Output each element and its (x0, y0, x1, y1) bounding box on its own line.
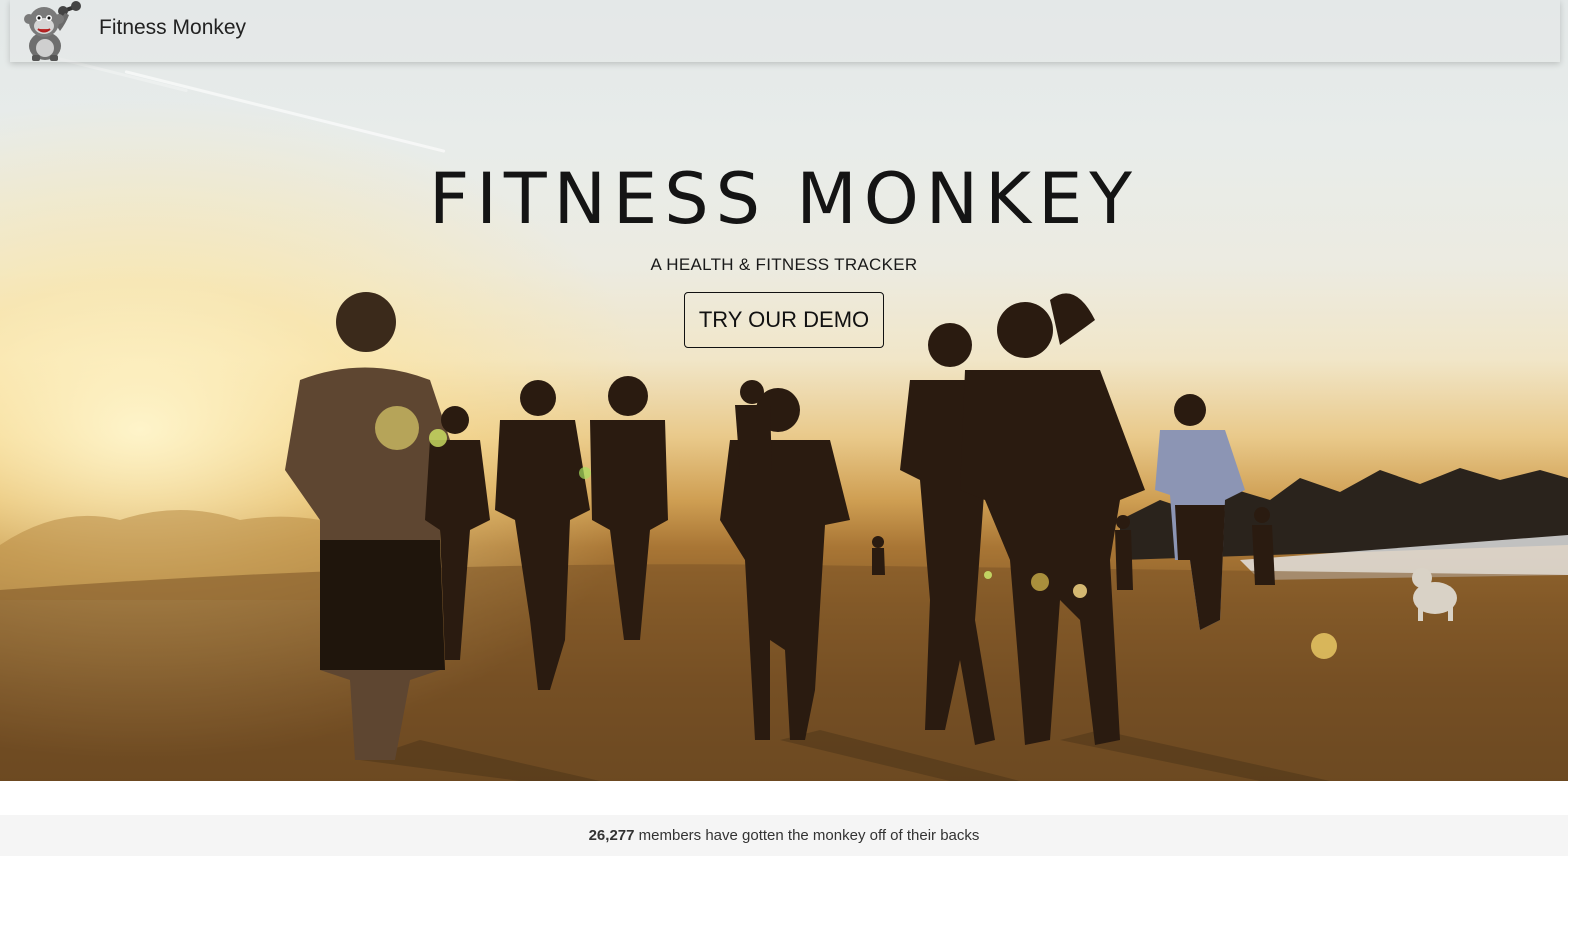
try-demo-button[interactable]: TRY OUR DEMO (684, 292, 884, 348)
monkey-logo-icon[interactable] (12, 1, 82, 61)
member-count: 26,277 (588, 827, 635, 844)
hero-title: FITNESS MONKEY (428, 158, 1140, 240)
hero-subtitle: A HEALTH & FITNESS TRACKER (650, 255, 918, 274)
navbar: Fitness Monkey (10, 0, 1560, 62)
hero-section: FITNESS MONKEY A HEALTH & FITNESS TRACKE… (0, 0, 1568, 781)
hero-background-image (0, 292, 1568, 781)
brand-name-link[interactable]: Fitness Monkey (99, 16, 246, 40)
member-count-text: members have gotten the monkey off of th… (634, 827, 980, 844)
member-stats-bar: 26,277 members have gotten the monkey of… (0, 815, 1568, 856)
